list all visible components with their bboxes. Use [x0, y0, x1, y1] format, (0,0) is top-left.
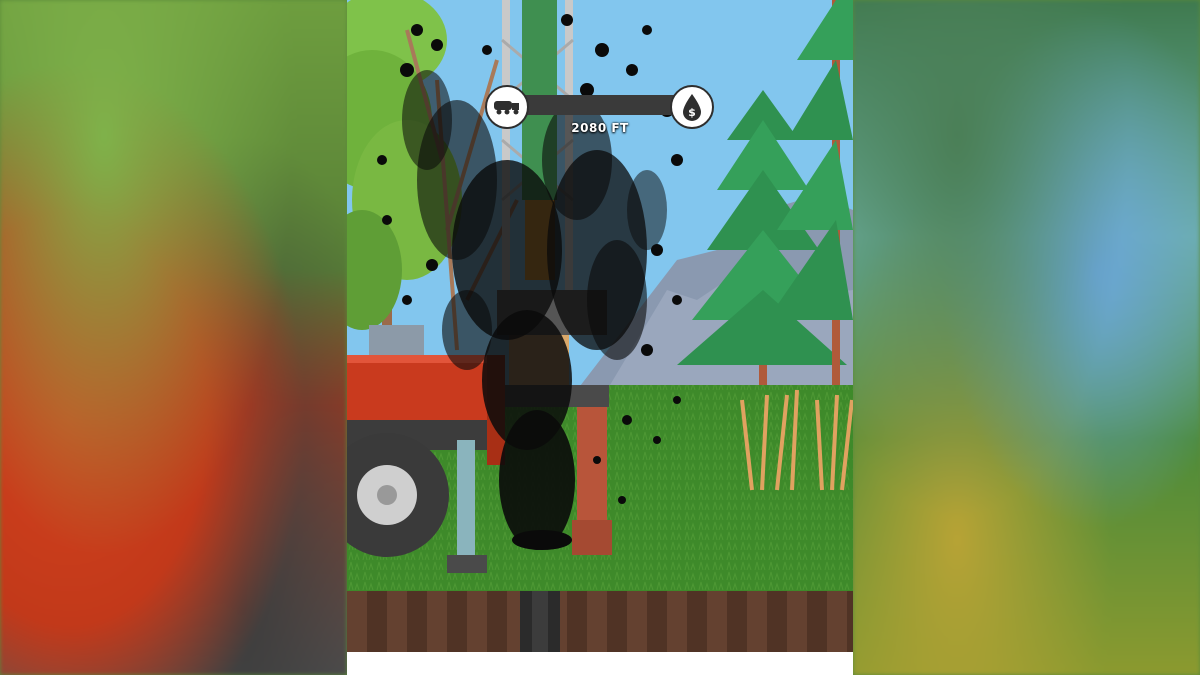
blurred-background-left — [0, 0, 347, 675]
oil-drop-dollar-icon: $ — [670, 85, 714, 129]
depth-readout: 2080 FT — [571, 121, 629, 135]
tanker-truck-icon — [485, 85, 529, 129]
bottom-bar — [347, 652, 853, 675]
svg-text:$: $ — [688, 106, 696, 119]
blurred-background-right — [853, 0, 1200, 675]
